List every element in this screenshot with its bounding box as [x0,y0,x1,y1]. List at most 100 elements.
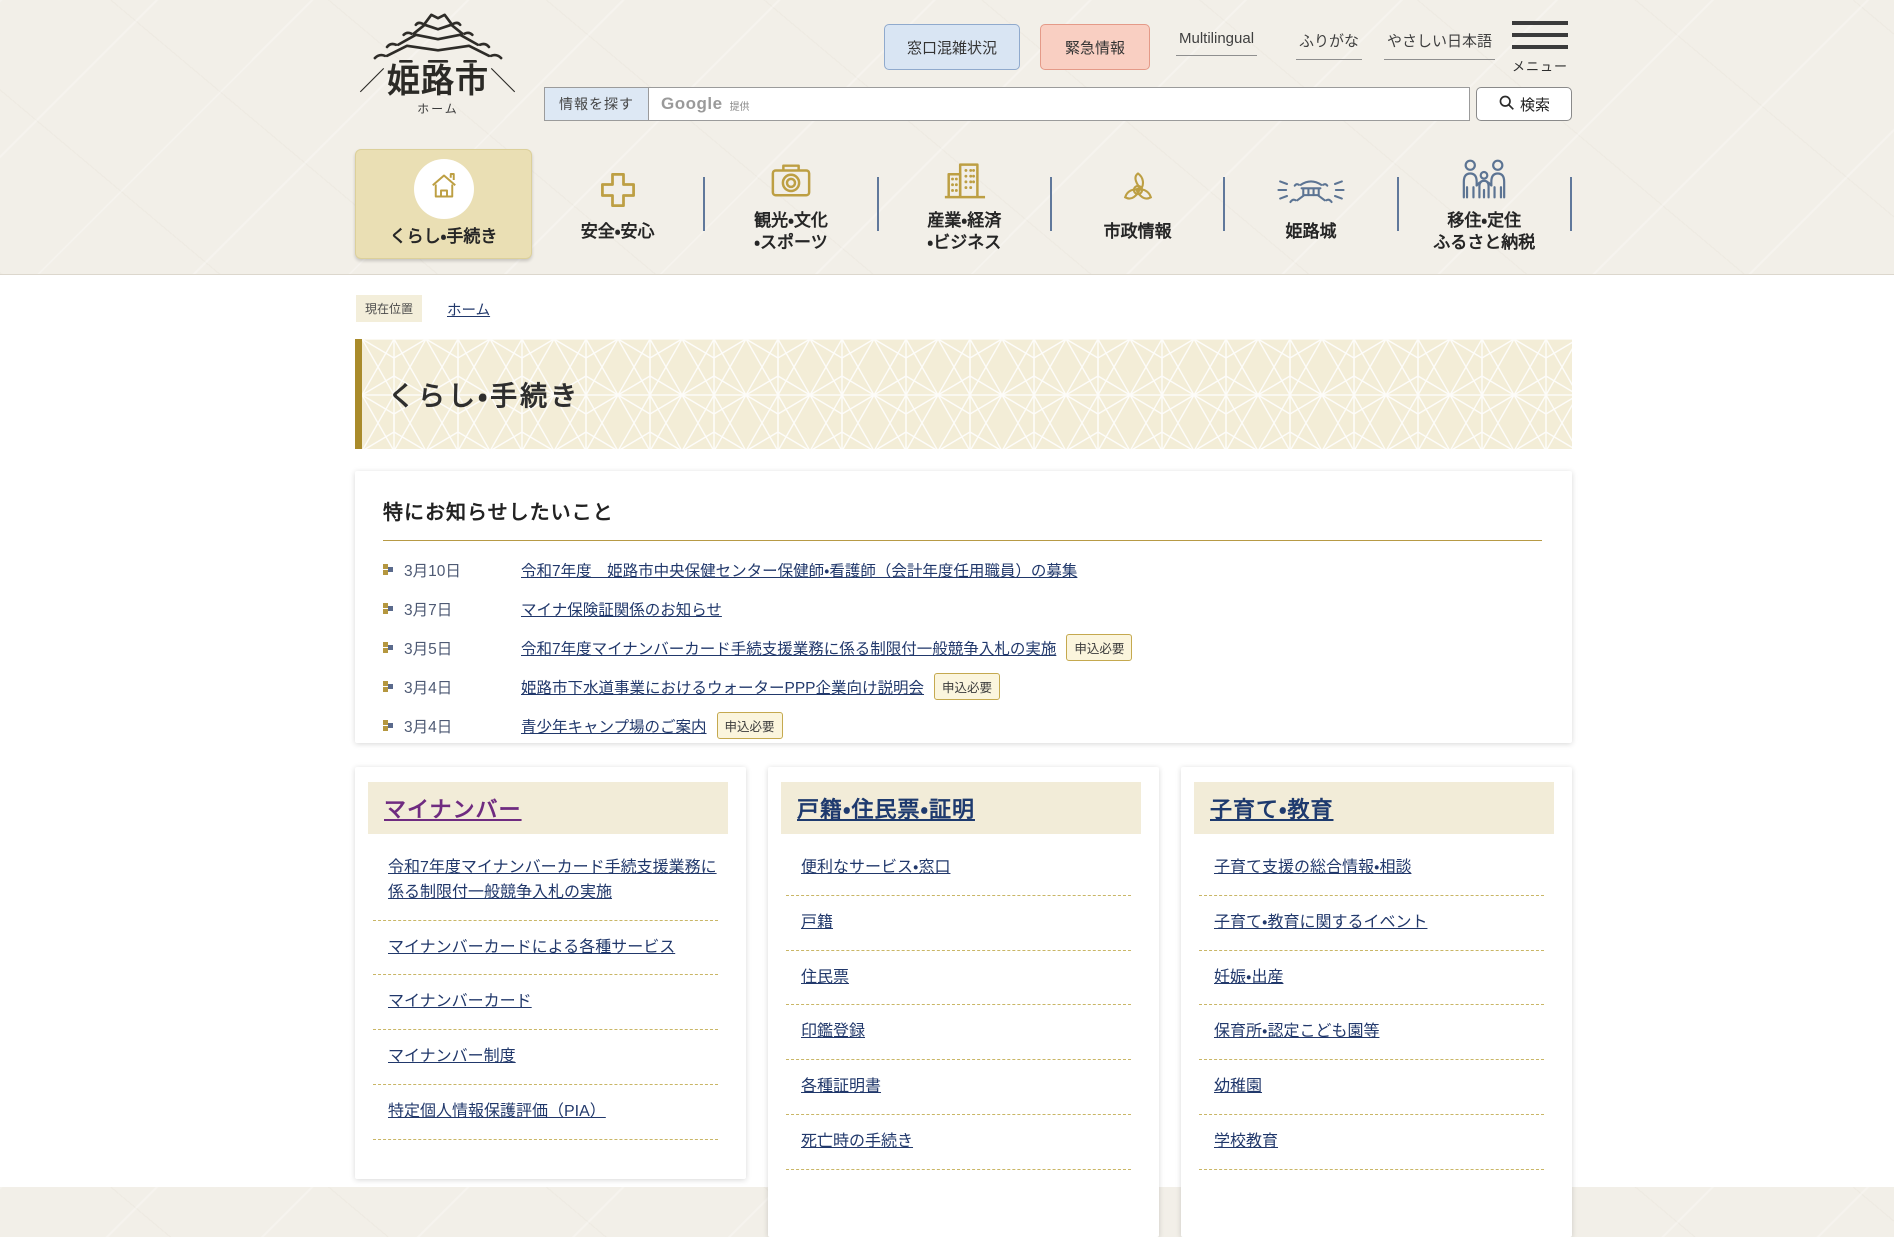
category-card-kosodate: 子育て・教育 子育て支援の総合情報・相談 子育て・教育に関するイベント 妊娠・出… [1181,767,1572,1237]
news-link[interactable]: 姫路市下水道事業におけるウォーターPPP企業向け説明会 [521,676,924,698]
news-link[interactable]: 令和7年度マイナンバーカード手続支援業務に係る制限付一般競争入札の実施 [521,637,1056,659]
news-date: 3月4日 [404,676,521,698]
nav-label-line2: ・スポーツ [754,232,828,254]
category-link[interactable]: マイナンバーカード [388,993,532,1010]
hamburger-menu-button[interactable]: メニュー [1512,21,1568,75]
search-input[interactable]: Google 提供 [648,87,1470,121]
category-link[interactable]: マイナンバー制度 [388,1048,516,1065]
google-provider-note: 提供 [730,98,750,113]
city-logo[interactable]: ／ 姫路市 ＼ ホーム [348,6,528,117]
category-card-koseki: 戸籍・住民票・証明 便利なサービス・窓口 戸籍 住民票 印鑑登録 各種証明書 死… [768,767,1159,1237]
category-link[interactable]: 学校教育 [1214,1133,1278,1150]
category-link[interactable]: 保育所・認定こども園等 [1214,1023,1379,1040]
castle-icon [1275,164,1347,212]
nav-divider [1570,177,1572,231]
category-link[interactable]: 印鑑登録 [801,1023,865,1040]
arrow-bullet-icon [383,564,393,575]
nav-label: 観光・文化 [754,210,828,232]
news-date: 3月4日 [404,715,521,737]
home-icon [426,168,462,209]
menu-label: メニュー [1512,56,1568,75]
news-item: 3月7日 マイナ保険証関係のお知らせ [383,589,1542,628]
news-item: 3月10日 令和7年度 姫路市中央保健センター保健師・看護師（会計年度任用職員）… [383,550,1542,589]
search-caption: 情報を探す [544,87,648,121]
search-icon [1498,94,1515,115]
news-heading-rule [383,540,1542,541]
multilingual-link[interactable]: Multilingual [1176,30,1257,56]
nav-item-kurashi-tetsuzuki[interactable]: くらし・手続き [355,149,532,259]
application-required-badge: 申込必要 [934,673,1000,700]
nav-item-sangyo-keizai-business[interactable]: 産業・経済 ・ビジネス [879,153,1050,254]
emergency-info-button[interactable]: 緊急情報 [1040,24,1150,70]
category-title-link[interactable]: マイナンバー [384,792,522,824]
logo-slash-right: ＼ [489,68,518,94]
news-link[interactable]: 青少年キャンプ場のご案内 [521,715,707,737]
family-icon [1458,153,1510,201]
furigana-link[interactable]: ふりがな [1296,30,1362,60]
nav-label: 安全・安心 [581,222,655,241]
congestion-status-label: 窓口混雑状況 [907,37,997,58]
nav-label: 移住・定住 [1433,210,1535,232]
buildings-icon [941,153,987,201]
news-item: 3月5日 令和7年度マイナンバーカード手続支援業務に係る制限付一般競争入札の実施… [383,628,1542,667]
medical-cross-icon [596,164,640,212]
nav-item-kanko-bunka-sports[interactable]: 観光・文化 ・スポーツ [705,153,876,254]
category-link[interactable]: 令和7年度マイナンバーカード手続支援業務に係る制限付一般競争入札の実施 [388,859,717,901]
page-title: くらし・手続き [388,375,580,414]
nav-item-iju-furusato[interactable]: 移住・定住 ふるさと納税 [1399,153,1570,254]
nav-label: 産業・経済 [927,210,1001,232]
category-link[interactable]: 死亡時の手続き [801,1133,913,1150]
news-date: 3月10日 [404,559,521,581]
global-nav: くらし・手続き 安全・安心 観光・文化 ・スポーツ [355,147,1572,260]
category-link[interactable]: 住民票 [801,969,849,986]
category-link[interactable]: マイナンバーカードによる各種サービス [388,939,675,956]
nav-item-shisei-joho[interactable]: 市政情報 [1052,164,1223,243]
emergency-info-label: 緊急情報 [1065,37,1125,58]
category-card-header: マイナンバー [368,782,728,834]
news-date: 3月7日 [404,598,521,620]
category-card-header: 子育て・教育 [1194,782,1554,834]
category-link[interactable]: 戸籍 [801,914,833,931]
nav-label: 市政情報 [1104,222,1172,241]
news-heading: 特にお知らせしたいこと [383,496,1542,525]
breadcrumb-home-link[interactable]: ホーム [447,299,490,320]
category-title-link[interactable]: 戸籍・住民票・証明 [797,792,975,824]
nav-label: 姫路城 [1285,222,1336,241]
category-link[interactable]: 各種証明書 [801,1078,881,1095]
nav-item-anzen-anshin[interactable]: 安全・安心 [532,164,703,243]
logo-slash-left: ／ [358,68,387,94]
category-link-list: 子育て支援の総合情報・相談 子育て・教育に関するイベント 妊娠・出産 保育所・認… [1199,841,1544,1170]
nav-item-himeji-castle[interactable]: 姫路城 [1225,164,1396,243]
news-item: 3月4日 青少年キャンプ場のご案内 申込必要 [383,706,1542,745]
city-emblem-icon [1116,164,1160,212]
category-link-list: 令和7年度マイナンバーカード手続支援業務に係る制限付一般競争入札の実施 マイナン… [373,841,718,1140]
nav-label: くらし・手続き [390,226,498,248]
camera-icon [768,153,814,201]
easy-japanese-link[interactable]: やさしい日本語 [1384,30,1495,60]
nav-label-line2: ・ビジネス [927,232,1001,254]
category-link-list: 便利なサービス・窓口 戸籍 住民票 印鑑登録 各種証明書 死亡時の手続き [786,841,1131,1170]
news-link[interactable]: 令和7年度 姫路市中央保健センター保健師・看護師（会計年度任用職員）の募集 [521,559,1077,581]
category-link[interactable]: 特定個人情報保護評価（PIA） [388,1103,606,1120]
category-link[interactable]: 便利なサービス・窓口 [801,859,950,876]
congestion-status-button[interactable]: 窓口混雑状況 [884,24,1020,70]
category-title-link[interactable]: 子育て・教育 [1210,792,1333,824]
application-required-badge: 申込必要 [717,712,783,739]
castle-lineart-icon [348,6,528,68]
nav-label-line2: ふるさと納税 [1433,232,1535,254]
breadcrumb-location-label: 現在位置 [356,295,422,322]
city-name: 姫路市 [387,64,489,97]
hamburger-icon [1512,21,1568,49]
news-item: 3月4日 姫路市下水道事業におけるウォーターPPP企業向け説明会 申込必要 [383,667,1542,706]
category-card-header: 戸籍・住民票・証明 [781,782,1141,834]
news-link[interactable]: マイナ保険証関係のお知らせ [521,598,722,620]
category-link[interactable]: 妊娠・出産 [1214,969,1283,986]
page-title-banner: くらし・手続き [355,339,1572,449]
news-panel: 特にお知らせしたいこと 3月10日 令和7年度 姫路市中央保健センター保健師・看… [355,471,1572,743]
category-link[interactable]: 子育て支援の総合情報・相談 [1214,859,1411,876]
category-card-mynumber: マイナンバー 令和7年度マイナンバーカード手続支援業務に係る制限付一般競争入札の… [355,767,746,1179]
category-link[interactable]: 幼稚園 [1214,1078,1262,1095]
search-button-label: 検索 [1520,94,1550,115]
category-link[interactable]: 子育て・教育に関するイベント [1214,914,1427,931]
search-button[interactable]: 検索 [1476,87,1572,121]
